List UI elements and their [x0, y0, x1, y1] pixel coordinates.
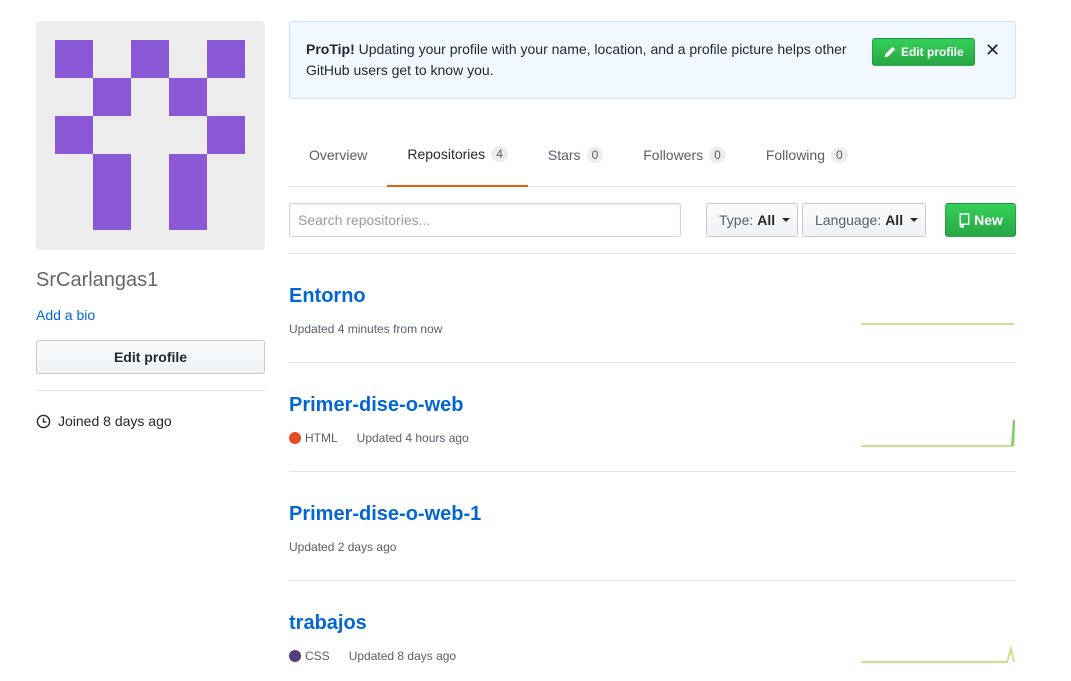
tab-overview[interactable]: Overview — [289, 123, 387, 187]
activity-sparkline — [861, 323, 1014, 325]
repo-updated: Updated 4 minutes from now — [289, 322, 443, 336]
search-repositories-input[interactable] — [289, 203, 681, 237]
tab-repositories[interactable]: Repositories 4 — [387, 123, 528, 187]
repo-language: HTML — [289, 430, 338, 446]
protip-label: ProTip! — [306, 41, 355, 57]
protip-message: Updating your profile with your name, lo… — [306, 41, 847, 78]
activity-sparkline — [861, 419, 1015, 447]
language-filter-value: All — [885, 212, 904, 228]
tab-label: Repositories — [407, 146, 486, 162]
list-item: Primer-dise-o-web HTML Updated 4 hours a… — [289, 363, 1016, 472]
repo-meta: Updated 2 days ago — [289, 539, 396, 555]
divider — [36, 390, 265, 391]
protip-banner: ProTip! Updating your profile with your … — [289, 21, 1016, 99]
language-name: HTML — [305, 431, 338, 445]
repo-language: CSS — [289, 648, 330, 664]
tab-label: Following — [765, 147, 825, 163]
repo-meta: HTML Updated 4 hours ago — [289, 430, 469, 446]
tab-followers[interactable]: Followers 0 — [623, 123, 746, 187]
pencil-icon — [884, 46, 896, 58]
repo-name-link[interactable]: Primer-dise-o-web-1 — [289, 502, 481, 526]
language-filter-dropdown[interactable]: Language: All — [802, 203, 926, 237]
repo-meta: CSS Updated 8 days ago — [289, 648, 456, 664]
type-filter-value: All — [757, 212, 776, 228]
caret-down-icon — [782, 218, 791, 222]
new-button-label: New — [974, 212, 1003, 228]
list-item: trabajos CSS Updated 8 days ago — [289, 581, 1016, 681]
tab-label: Stars — [547, 147, 581, 163]
protip-button-label: Edit profile — [901, 44, 964, 59]
list-item: Entorno Updated 4 minutes from now — [289, 254, 1016, 363]
repo-name-link[interactable]: Entorno — [289, 284, 366, 308]
avatar[interactable] — [36, 21, 265, 250]
language-name: CSS — [305, 649, 330, 663]
edit-profile-button[interactable]: Edit profile — [36, 340, 265, 374]
profile-sidebar: SrCarlangas1 Add a bio Edit profile Join… — [36, 21, 265, 429]
username: SrCarlangas1 — [36, 269, 159, 291]
type-filter-label: Type: — [719, 212, 754, 228]
language-color-dot — [289, 650, 301, 662]
repo-list: Entorno Updated 4 minutes from now Prime… — [289, 254, 1016, 681]
tab-stars[interactable]: Stars 0 — [528, 123, 623, 187]
joined-info: Joined 8 days ago — [36, 413, 265, 429]
protip-text: ProTip! Updating your profile with your … — [306, 39, 866, 81]
tab-counter: 4 — [491, 146, 508, 162]
tab-label: Followers — [643, 147, 704, 163]
caret-down-icon — [910, 218, 919, 222]
tab-counter: 0 — [830, 147, 848, 163]
language-color-dot — [289, 432, 301, 444]
repo-filter-bar: Type: All Language: All New — [289, 187, 1016, 254]
repo-updated: Updated 2 days ago — [289, 540, 397, 554]
profile-tabs: Overview Repositories 4 Stars 0 Followers 0… — [289, 123, 1016, 187]
joined-text: Joined 8 days ago — [58, 413, 172, 429]
tab-counter: 0 — [586, 147, 604, 163]
type-filter-dropdown[interactable]: Type: All — [706, 203, 798, 237]
repo-updated: Updated 8 days ago — [348, 649, 457, 663]
language-filter-label: Language: — [815, 212, 882, 228]
close-icon[interactable]: ✕ — [985, 39, 1000, 61]
protip-edit-profile-button[interactable]: Edit profile — [872, 38, 975, 66]
activity-sparkline — [861, 645, 1015, 663]
add-bio-link[interactable]: Add a bio — [36, 307, 265, 323]
repo-updated: Updated 4 hours ago — [356, 431, 469, 445]
repo-name-link[interactable]: trabajos — [289, 611, 367, 635]
new-repository-button[interactable]: New — [945, 203, 1016, 237]
tab-following[interactable]: Following 0 — [746, 123, 868, 187]
list-item: Primer-dise-o-web-1 Updated 2 days ago — [289, 472, 1016, 581]
tab-label: Overview — [309, 147, 368, 163]
main-content: ProTip! Updating your profile with your … — [289, 21, 1016, 681]
repo-icon — [959, 212, 970, 228]
tab-counter: 0 — [709, 147, 726, 163]
repo-meta: Updated 4 minutes from now — [289, 321, 442, 337]
repo-name-link[interactable]: Primer-dise-o-web — [289, 393, 463, 417]
clock-icon — [36, 414, 51, 428]
